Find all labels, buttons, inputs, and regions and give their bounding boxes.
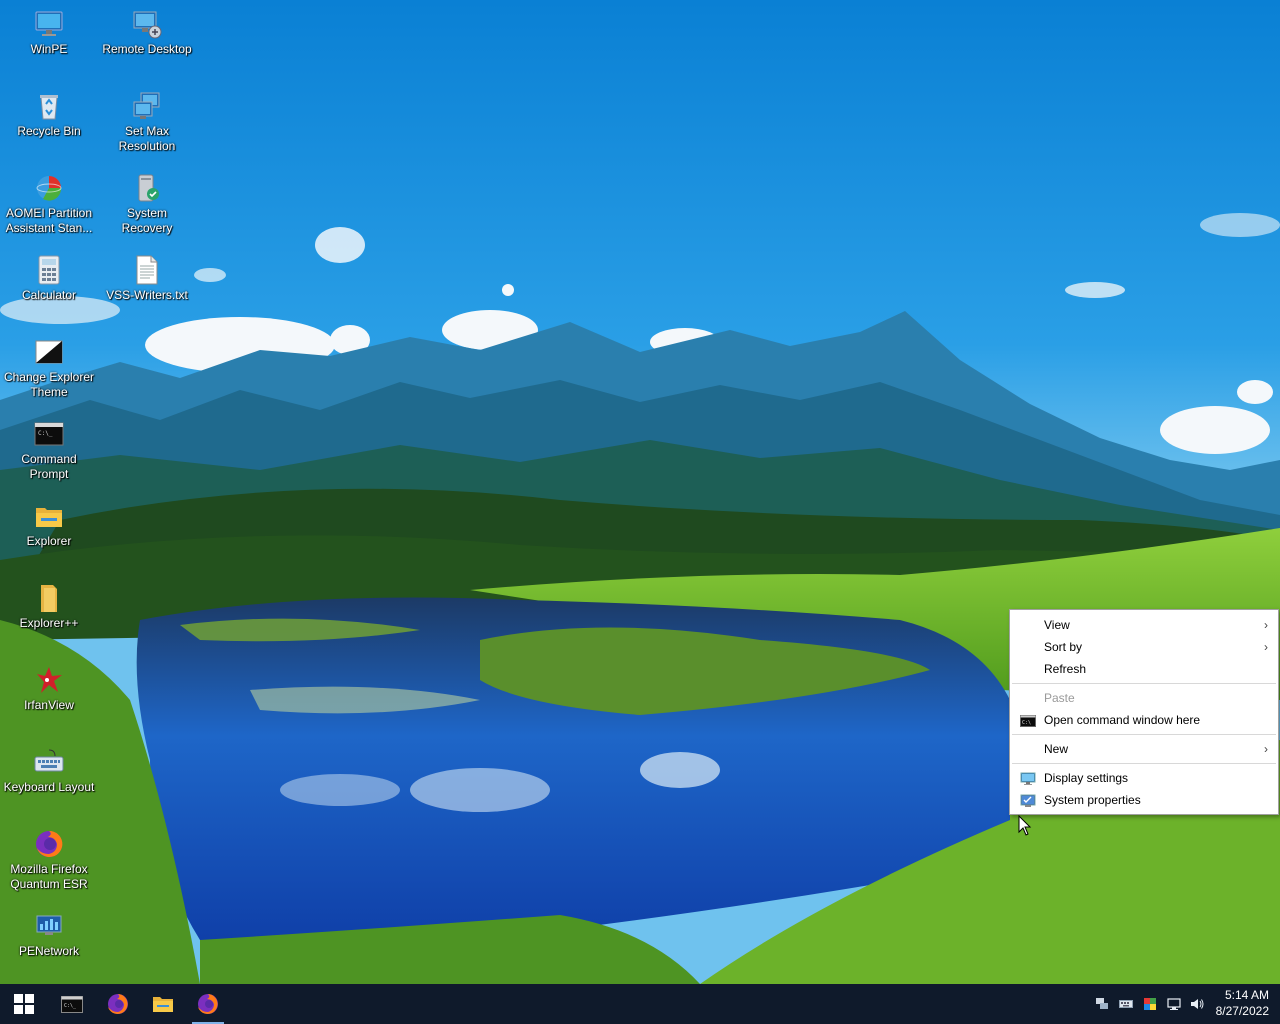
- firefox-icon: [198, 994, 218, 1014]
- desktop-icon-system-recovery[interactable]: System Recovery: [99, 166, 195, 236]
- svg-text:C:\_: C:\_: [64, 1003, 77, 1009]
- file-explorer-icon: [153, 997, 173, 1012]
- set-resolution-icon: [131, 90, 163, 122]
- keyboard-icon: [33, 746, 65, 778]
- desktop[interactable]: WinPE Recycle Bin AOMEI Partition Assist…: [0, 0, 1280, 984]
- chevron-right-icon: ›: [1264, 618, 1268, 632]
- desktop-icon-irfanview[interactable]: IrfanView: [1, 658, 97, 713]
- display-icon: [1020, 771, 1036, 785]
- irfanview-icon: [33, 664, 65, 696]
- svg-text:C:\_: C:\_: [38, 430, 53, 437]
- desktop-icon-label: WinPE: [30, 42, 68, 56]
- menu-item-label: Sort by: [1044, 640, 1083, 654]
- menu-item-label: Refresh: [1044, 662, 1087, 676]
- menu-item-label: System properties: [1044, 793, 1141, 807]
- taskbar-command-prompt[interactable]: C:\_: [50, 984, 94, 1024]
- desktop-icon-command-prompt[interactable]: C:\_ Command Prompt: [1, 412, 97, 482]
- chevron-right-icon: ›: [1264, 742, 1268, 756]
- desktop-icon-firefox[interactable]: Mozilla Firefox Quantum ESR: [1, 822, 97, 892]
- taskbar: C:\_ 5:14 AM 8/27/2022: [0, 984, 1280, 1024]
- menu-item-system-properties[interactable]: System properties: [1010, 789, 1278, 811]
- desktop-icon-penetwork[interactable]: PENetwork: [1, 904, 97, 959]
- menu-item-refresh[interactable]: Refresh: [1010, 658, 1278, 680]
- desktop-context-menu: View › Sort by › Refresh Paste C:\ Open …: [1009, 609, 1279, 815]
- desktop-icon-explorer[interactable]: Explorer: [1, 494, 97, 549]
- desktop-icon-label: Set Max Resolution: [118, 124, 176, 153]
- desktop-icon-label: Mozilla Firefox Quantum ESR: [10, 862, 88, 891]
- desktop-icon-remote-desktop[interactable]: Remote Desktop: [99, 2, 195, 57]
- chevron-right-icon: ›: [1264, 640, 1268, 654]
- desktop-icon-aomei[interactable]: AOMEI Partition Assistant Stan...: [1, 166, 97, 236]
- desktop-icon-label: Explorer++: [19, 616, 79, 630]
- folder-icon: [33, 500, 65, 532]
- monitor-icon: [33, 8, 65, 40]
- menu-item-open-command-window[interactable]: C:\ Open command window here: [1010, 709, 1278, 731]
- keyboard-icon[interactable]: [1119, 997, 1133, 1011]
- desktop-icon-keyboard-layout[interactable]: Keyboard Layout: [1, 740, 97, 795]
- desktop-icon-label: PENetwork: [18, 944, 80, 958]
- explorer-theme-icon: [33, 336, 65, 368]
- desktop-icon-winpe[interactable]: WinPE: [1, 2, 97, 57]
- desktop-icon-label: VSS-Writers.txt: [106, 288, 188, 302]
- clock-date: 8/27/2022: [1215, 1004, 1269, 1018]
- recycle-bin-icon: [33, 90, 65, 122]
- start-icon: [14, 994, 34, 1014]
- menu-item-label: Open command window here: [1044, 713, 1201, 727]
- volume-icon[interactable]: [1190, 997, 1204, 1011]
- menu-item-label: New: [1044, 742, 1069, 756]
- command-prompt-icon: C:\_: [61, 996, 83, 1013]
- menu-item-paste: Paste: [1010, 687, 1278, 709]
- desktop-icon-label: IrfanView: [24, 698, 74, 712]
- network-icon[interactable]: [1167, 997, 1181, 1011]
- desktop-icon-label: Recycle Bin: [17, 124, 81, 138]
- mouse-cursor-icon: [1018, 815, 1032, 836]
- menu-item-sort-by[interactable]: Sort by ›: [1010, 636, 1278, 658]
- menu-item-new[interactable]: New ›: [1010, 738, 1278, 760]
- remote-desktop-icon: [131, 8, 163, 40]
- desktop-icon-set-max-resolution[interactable]: Set Max Resolution: [99, 84, 195, 154]
- menu-separator: [1012, 763, 1276, 764]
- network-icon: [33, 910, 65, 942]
- desktop-icon-label: Remote Desktop: [102, 42, 192, 56]
- taskbar-file-explorer[interactable]: [141, 984, 185, 1024]
- desktop-icon-change-explorer-theme[interactable]: Change Explorer Theme: [1, 330, 97, 400]
- system-recovery-icon: [131, 172, 163, 204]
- menu-item-view[interactable]: View ›: [1010, 614, 1278, 636]
- menu-separator: [1012, 734, 1276, 735]
- menu-item-label: Display settings: [1044, 771, 1129, 785]
- network-monitor-icon[interactable]: [1095, 997, 1109, 1011]
- menu-item-label: Paste: [1044, 691, 1075, 705]
- desktop-icon-calculator[interactable]: Calculator: [1, 248, 97, 303]
- clock-time: 5:14 AM: [1224, 988, 1269, 1002]
- firefox-icon: [33, 828, 65, 860]
- aomei-partition-icon: [33, 172, 65, 204]
- color-icon[interactable]: [1143, 997, 1157, 1011]
- calculator-icon: [33, 254, 65, 286]
- menu-separator: [1012, 683, 1276, 684]
- firefox-icon: [108, 994, 128, 1014]
- menu-item-label: View: [1044, 618, 1070, 632]
- desktop-icon-label: AOMEI Partition Assistant Stan...: [5, 206, 93, 235]
- taskbar-firefox-active[interactable]: [186, 984, 230, 1024]
- system-properties-icon: [1020, 793, 1036, 807]
- cmd-icon: C:\: [1020, 713, 1036, 727]
- desktop-icon-label: Explorer: [26, 534, 72, 548]
- desktop-icon-recycle-bin[interactable]: Recycle Bin: [1, 84, 97, 139]
- text-file-icon: [131, 254, 163, 286]
- taskbar-firefox[interactable]: [96, 984, 140, 1024]
- explorer-plus-plus-icon: [33, 582, 65, 614]
- desktop-icon-label: Calculator: [21, 288, 77, 302]
- desktop-icon-label: System Recovery: [121, 206, 173, 235]
- taskbar-clock[interactable]: 5:14 AM 8/27/2022: [1216, 987, 1269, 1019]
- desktop-icon-label: Keyboard Layout: [3, 780, 95, 794]
- desktop-icon-vss-writers[interactable]: VSS-Writers.txt: [99, 248, 195, 303]
- command-prompt-icon: C:\_: [33, 418, 65, 450]
- svg-text:C:\: C:\: [1022, 720, 1031, 726]
- desktop-icon-label: Command Prompt: [21, 452, 77, 481]
- start-button[interactable]: [2, 984, 46, 1024]
- menu-item-display-settings[interactable]: Display settings: [1010, 767, 1278, 789]
- desktop-icon-explorer-plus-plus[interactable]: Explorer++: [1, 576, 97, 631]
- desktop-icon-label: Change Explorer Theme: [3, 370, 95, 399]
